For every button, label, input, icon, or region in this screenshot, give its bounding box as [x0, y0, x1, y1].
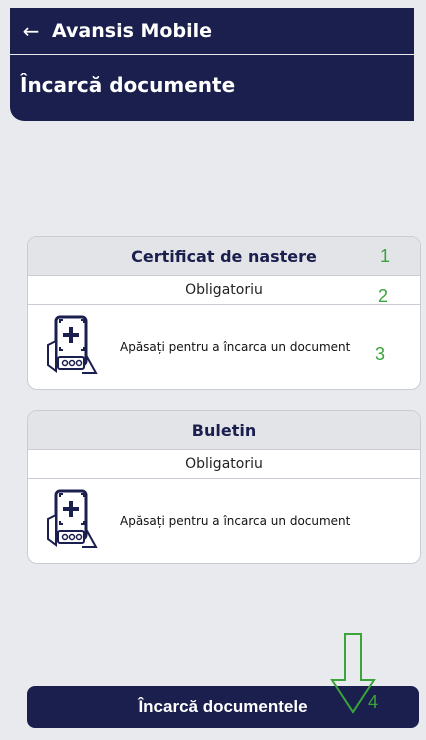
annotation-marker-1: 1	[380, 246, 391, 266]
top-app-bar: ← Avansis Mobile	[10, 8, 414, 54]
back-arrow-icon[interactable]: ←	[10, 21, 52, 41]
page-header: Încarcă documente	[10, 55, 414, 121]
document-title: Buletin	[28, 411, 420, 450]
phone-add-document-icon	[47, 315, 98, 374]
document-requirement: Obligatoriu	[28, 450, 420, 479]
annotation-marker-2: 2	[378, 286, 389, 306]
annotation-marker-3: 3	[375, 344, 386, 364]
upload-area[interactable]: Apăsați pentru a încarca un document	[28, 305, 420, 389]
document-card-id: Buletin Obligatoriu Apăsați pentru a înc…	[27, 410, 421, 564]
upload-prompt: Apăsați pentru a încarca un document	[120, 514, 351, 528]
document-card-birth-certificate: Certificat de nastere Obligatoriu Apăsaț…	[27, 236, 421, 390]
upload-prompt: Apăsați pentru a încarca un document	[120, 340, 351, 354]
document-requirement: Obligatoriu	[28, 276, 420, 305]
document-title: Certificat de nastere	[28, 237, 420, 276]
app-title: Avansis Mobile	[52, 20, 212, 42]
page-title: Încarcă documente	[20, 73, 236, 97]
phone-add-document-icon	[47, 489, 98, 548]
annotation-marker-4: 4	[368, 692, 379, 712]
upload-area[interactable]: Apăsați pentru a încarca un document	[28, 479, 420, 563]
